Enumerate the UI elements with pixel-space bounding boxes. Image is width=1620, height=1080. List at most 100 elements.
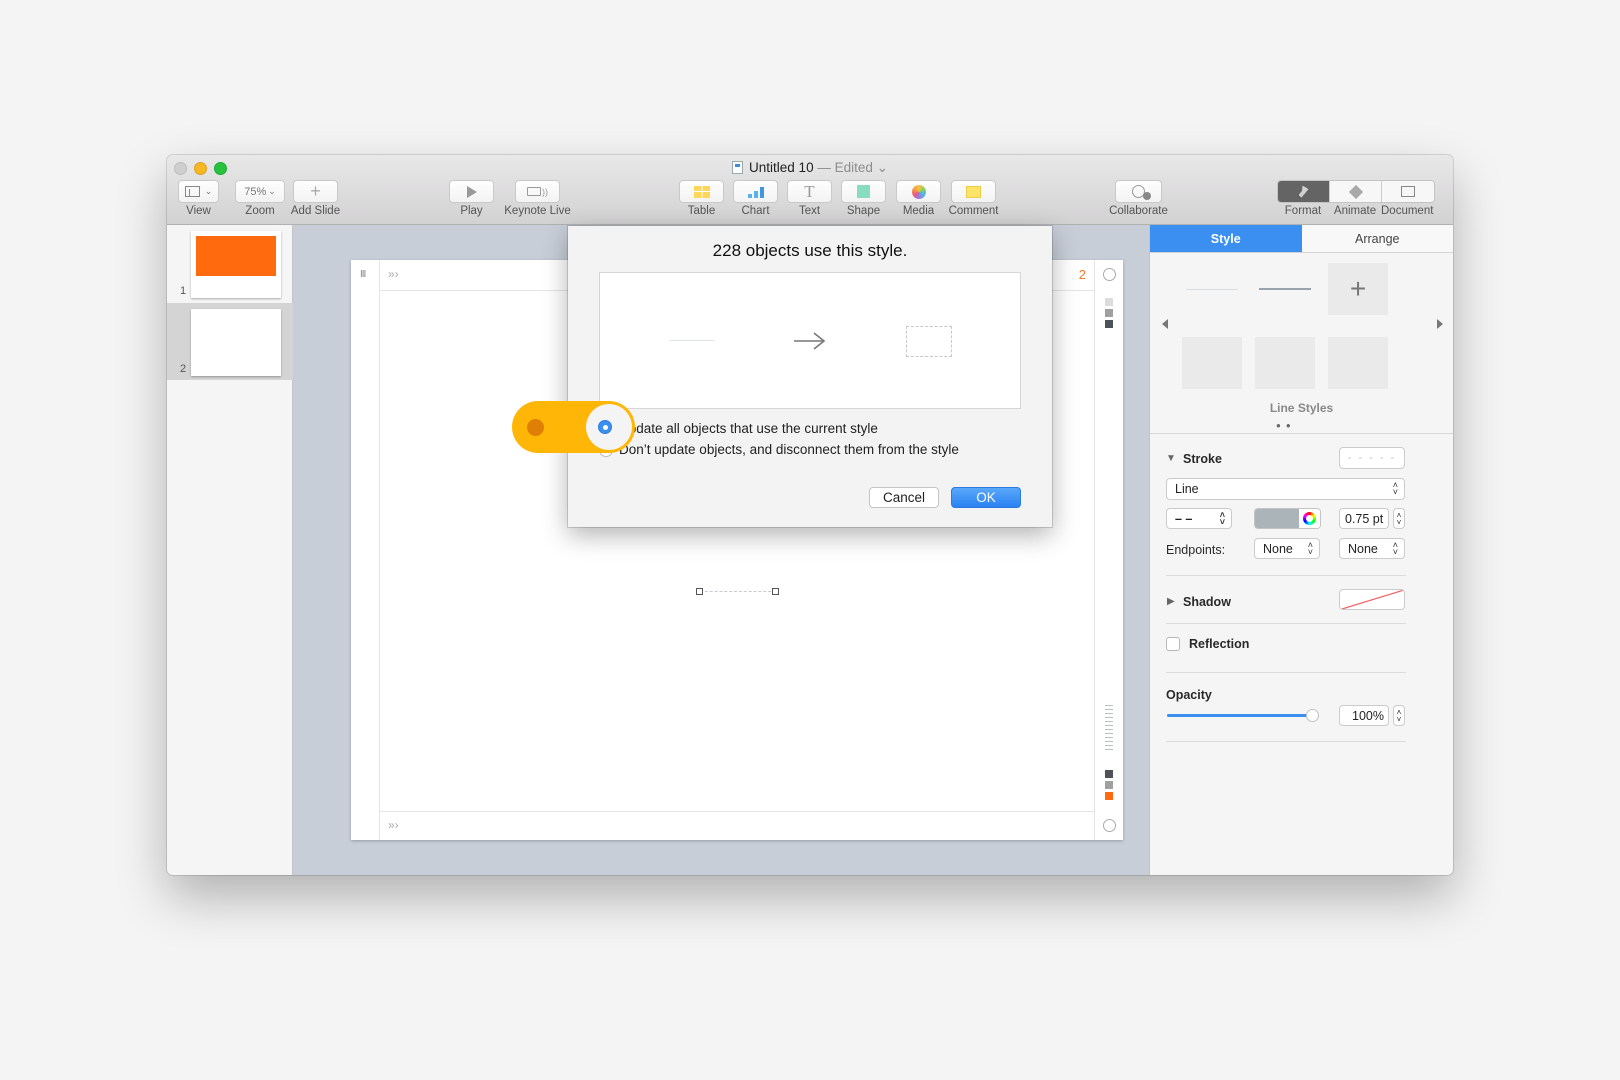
tab-arrange[interactable]: Arrange [1301,225,1453,252]
chart-label: Chart [741,205,770,217]
collaborate-button[interactable] [1115,180,1162,203]
document-icon [1401,186,1415,197]
view-label: View [186,205,211,217]
document-button[interactable] [1382,181,1434,202]
page-indicator-dots[interactable]: ●● [1276,421,1296,430]
next-styles-arrow-icon[interactable] [1437,319,1443,329]
zoom-value: 75% [244,185,267,198]
old-style-line [670,340,714,341]
radio-update-all-highlight [598,420,612,434]
chart-button[interactable] [733,180,778,203]
add-slide-button[interactable]: + [293,180,338,203]
stroke-type-select[interactable]: Line ˄ ˅ [1166,478,1405,500]
line-style-slot[interactable] [1255,337,1315,389]
update-style-dialog: 228 objects use this style. Update all o… [568,226,1052,527]
toggle-indicator-dot [527,419,544,436]
selection-handle-start[interactable] [696,588,703,595]
stroke-width-stepper[interactable]: ˄ ˅ [1393,508,1405,529]
swatch-orange [1105,792,1113,800]
table-button[interactable] [679,180,724,203]
slide-thumbnail-2[interactable]: 2 [167,303,293,380]
swatch-dark-gray [1105,770,1113,778]
edited-status: Edited [834,160,873,175]
text-label: Text [798,205,821,217]
divider [1150,433,1453,434]
divider [1166,672,1406,673]
format-button[interactable] [1278,181,1330,202]
endpoint-end-value: None [1348,541,1378,556]
divider [1166,741,1406,742]
line-style-slot[interactable] [1328,337,1388,389]
line-style-slot[interactable] [1182,337,1242,389]
endpoint-start-value: None [1263,541,1293,556]
window-title[interactable]: Untitled 10 — Edited ⌄ [167,160,1453,176]
collaborate-label: Collaborate [1109,205,1168,217]
no-shadow-slash-icon [1341,590,1404,609]
chevron-down-icon: ⌄ [268,186,276,196]
swatch-dark-gray [1105,320,1113,328]
dash-pattern-select[interactable]: – – ˄ ˅ [1166,508,1232,529]
disclosure-triangle-open-icon[interactable]: ▼ [1166,453,1176,464]
zoom-select[interactable]: 75% ⌄ [235,180,285,203]
slide-thumbnail-1[interactable]: 1 [167,225,293,302]
crosshair-icon[interactable] [1103,268,1116,281]
stroke-preset-button[interactable]: - - - - - [1339,447,1405,469]
endpoints-label: Endpoints: [1166,543,1226,557]
line-style-thin[interactable] [1186,289,1238,290]
cancel-button[interactable]: Cancel [869,487,939,508]
opacity-stepper[interactable]: ˄ ˅ [1393,705,1405,726]
new-style-dashed-box [906,326,952,357]
plus-icon: + [310,181,321,201]
text-button[interactable]: T [787,180,832,203]
stroke-color-well[interactable] [1254,508,1321,529]
disclosure-triangle-closed-icon[interactable]: ▶ [1167,596,1175,607]
shape-button[interactable] [841,180,886,203]
updown-chevron-icon: ˄ ˅ [1392,539,1398,557]
paintbrush-icon [1298,185,1309,198]
keynote-live-button[interactable]: )) [515,180,560,203]
stepper-down-icon: ˅ [1396,714,1402,724]
comment-label: Comment [948,205,999,217]
play-button[interactable] [449,180,494,203]
reflection-checkbox[interactable] [1166,637,1180,651]
ruler-handle-icon[interactable]: III [360,269,366,280]
right-ruler [1094,260,1123,840]
opacity-field[interactable]: 100% [1339,705,1389,726]
previous-styles-arrow-icon[interactable] [1162,319,1168,329]
keynote-live-icon [527,187,541,196]
selection-handle-end[interactable] [772,588,779,595]
add-slide-label: Add Slide [290,205,341,217]
swatch-light-gray [1105,298,1113,306]
opacity-slider-track[interactable] [1167,709,1319,722]
toggle-knob [586,404,632,450]
divider [1166,575,1406,576]
line-style-medium[interactable] [1259,288,1311,290]
opacity-slider-knob[interactable] [1306,709,1319,722]
animate-button[interactable] [1330,181,1382,202]
endpoint-start-select[interactable]: None ˄ ˅ [1254,538,1320,559]
color-wheel-icon[interactable] [1299,509,1320,528]
add-line-style-button[interactable]: + [1328,263,1388,315]
line-styles-label: Line Styles [1269,401,1334,415]
view-button[interactable]: ⌄ [178,180,219,203]
shadow-preset-button[interactable] [1339,589,1405,610]
stroke-width-field[interactable]: 0.75 pt [1339,508,1389,529]
selected-dashed-line[interactable] [700,591,776,592]
ruler-marker-icon[interactable]: »› [388,267,399,281]
ruler-marker-icon[interactable]: »› [388,818,399,832]
endpoint-end-select[interactable]: None ˄ ˅ [1339,538,1405,559]
stroke-color-swatch[interactable] [1255,509,1299,528]
media-button[interactable] [896,180,941,203]
updown-chevron-icon: ˄ ˅ [1219,509,1225,527]
reflection-label: Reflection [1189,637,1250,651]
option-update-all[interactable]: Update all objects that use the current … [599,421,878,436]
tab-style[interactable]: Style [1150,225,1302,252]
comment-button[interactable] [951,180,996,203]
slide-number: 1 [180,285,187,297]
format-inspector: Style Arrange + Line Styles ●● ▼ Stroke … [1149,225,1453,875]
shape-icon [857,185,870,198]
slide-number: 2 [180,363,187,375]
ok-button[interactable]: OK [951,487,1021,508]
crosshair-icon[interactable] [1103,819,1116,832]
option-disconnect[interactable]: Don’t update objects, and disconnect the… [599,442,959,457]
